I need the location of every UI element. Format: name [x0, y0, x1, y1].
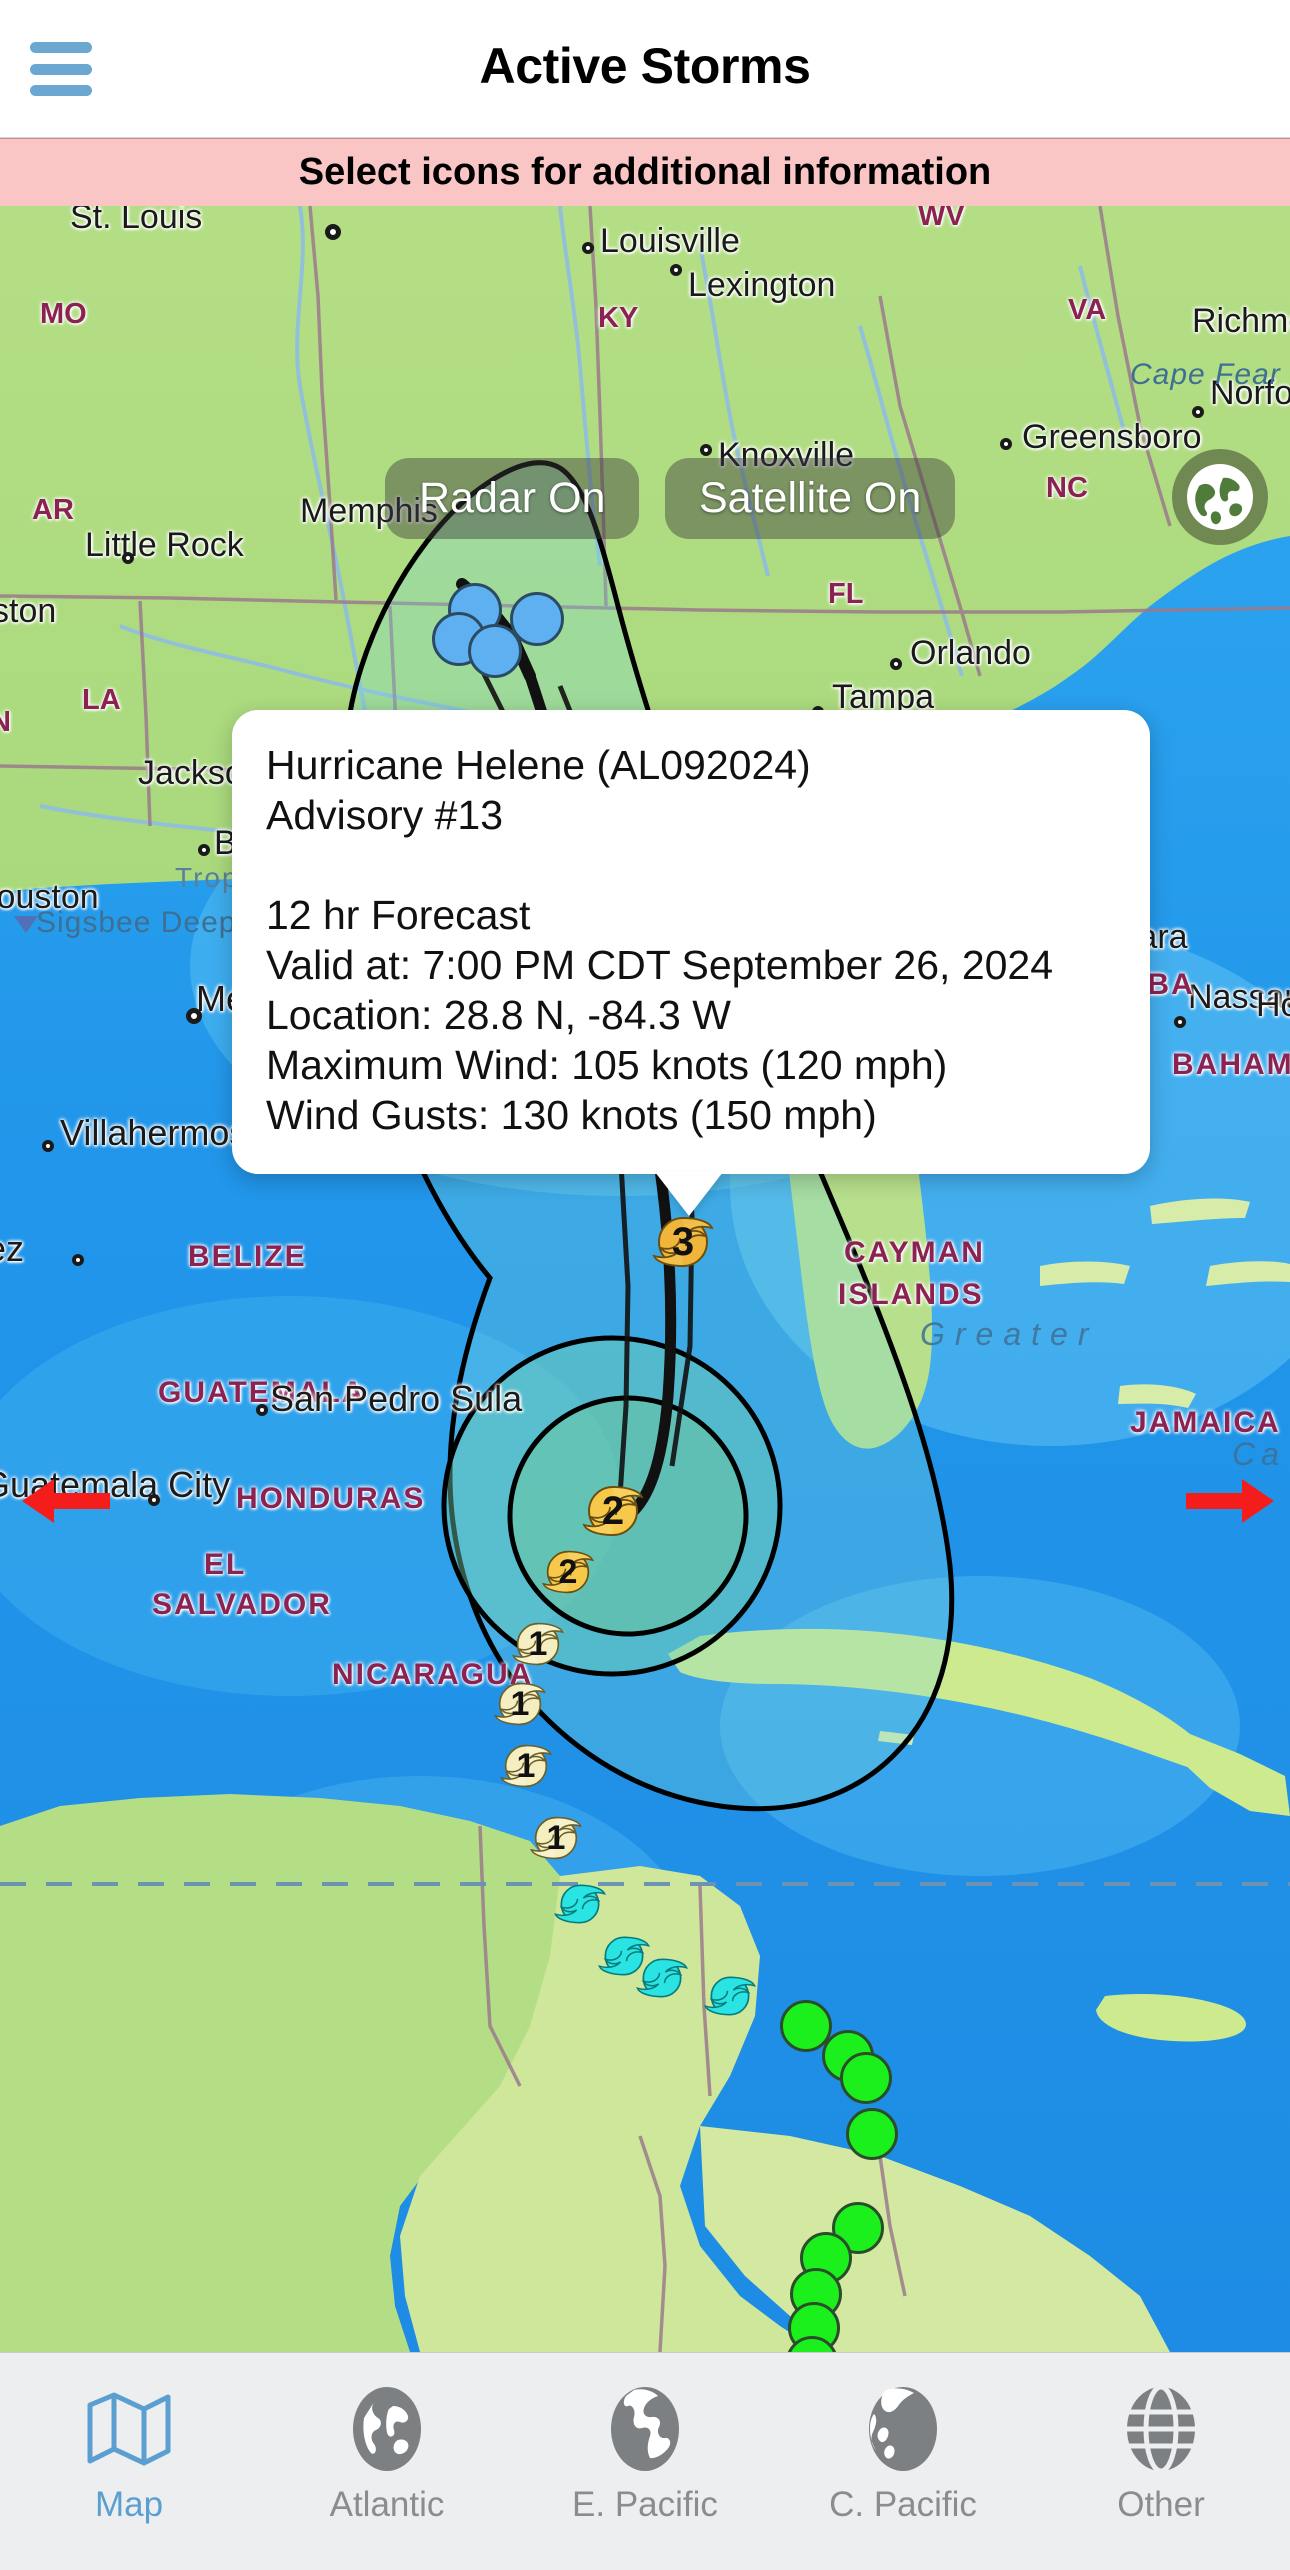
tab-c-pacific[interactable]: C. Pacific: [778, 2381, 1028, 2525]
storm-marker-tropical-storm[interactable]: [702, 1968, 758, 2024]
storm-marker-cat3[interactable]: 3: [650, 1209, 716, 1275]
app-screen: Active Storms Select icons for additiona…: [0, 0, 1290, 2570]
satellite-toggle-button[interactable]: Satellite On: [665, 458, 956, 539]
city-dot-san-pedro-sula: [256, 1404, 268, 1416]
bottom-tab-bar: Map Atlantic E. Pacific C. Pacific Other: [0, 2352, 1290, 2570]
right-scroll-arrow-icon[interactable]: [1182, 1471, 1278, 1531]
globe-central-pacific-icon: [864, 2381, 942, 2477]
tab-label: Map: [94, 2485, 164, 2524]
storm-marker-cat1[interactable]: 1: [498, 1738, 554, 1794]
tab-label: C. Pacific: [829, 2485, 977, 2524]
page-title: Active Storms: [479, 38, 811, 94]
tab-atlantic[interactable]: Atlantic: [262, 2381, 512, 2525]
city-dot-tuxtla: [72, 1254, 84, 1266]
storm-marker-cat1[interactable]: 1: [528, 1810, 584, 1866]
city-dot-merida: [186, 1008, 202, 1024]
city-dot-orlando: [890, 658, 902, 670]
sigsbee-deep-marker-icon: [14, 916, 38, 933]
city-dot-knoxville: [700, 444, 712, 456]
storm-marker-tropical-storm[interactable]: [634, 1950, 690, 2006]
globe-view-button[interactable]: [1172, 449, 1268, 545]
popup-maximum-wind: Maximum Wind: 105 knots (120 mph): [266, 1042, 948, 1088]
navigation-bar: Active Storms: [0, 0, 1290, 138]
city-dot-little-rock: [122, 552, 134, 564]
tab-label: Other: [1117, 2485, 1205, 2524]
storm-marker-tropical-depression[interactable]: [840, 2052, 892, 2104]
globe-icon: [1187, 464, 1253, 530]
map-canvas[interactable]: St. Louis Louisville Lexington Knoxville…: [0, 206, 1290, 2352]
city-dot-st-louis: [325, 224, 341, 240]
tab-e-pacific[interactable]: E. Pacific: [520, 2381, 770, 2525]
city-dot-guatemala-city: [148, 1494, 160, 1506]
info-banner: Select icons for additional information: [0, 138, 1290, 206]
storm-marker-cat1[interactable]: 1: [510, 1616, 566, 1672]
popup-valid-at: Valid at: 7:00 PM CDT September 26, 2024: [266, 942, 1054, 988]
storm-marker-cat2-current[interactable]: 2: [580, 1478, 646, 1544]
city-dot-louisville: [582, 242, 594, 254]
popup-wind-gusts: Wind Gusts: 130 knots (150 mph): [266, 1092, 877, 1138]
map-icon: [84, 2381, 174, 2477]
left-scroll-arrow-icon[interactable]: [18, 1471, 114, 1531]
globe-east-pacific-icon: [606, 2381, 684, 2477]
city-dot-lexington: [670, 264, 682, 276]
storm-info-popup[interactable]: Hurricane Helene (AL092024) Advisory #13…: [232, 710, 1150, 1174]
storm-marker-cat1[interactable]: 1: [492, 1676, 548, 1732]
radar-toggle-button[interactable]: Radar On: [385, 458, 640, 539]
city-dot-baton-rouge: [198, 844, 210, 856]
popup-location: Location: 28.8 N, -84.3 W: [266, 992, 731, 1038]
city-dot-nassau: [1174, 1016, 1186, 1028]
storm-marker-cat2[interactable]: 2: [540, 1544, 596, 1600]
city-dot-villahermosa: [42, 1140, 54, 1152]
globe-atlantic-icon: [348, 2381, 426, 2477]
tab-map[interactable]: Map: [4, 2381, 254, 2525]
popup-forecast-hours: 12 hr Forecast: [266, 892, 531, 938]
popup-spacer: [266, 840, 1116, 890]
tab-other[interactable]: Other: [1036, 2381, 1286, 2525]
storm-marker-tropical-storm[interactable]: [552, 1876, 608, 1932]
map-graphics: [0, 206, 1290, 2352]
past-track-point[interactable]: [510, 592, 564, 646]
info-banner-text: Select icons for additional information: [298, 151, 992, 193]
popup-pointer: [655, 1172, 723, 1216]
storm-marker-tropical-depression[interactable]: [846, 2108, 898, 2160]
city-dot-norfolk: [1192, 406, 1204, 418]
tab-label: E. Pacific: [572, 2485, 718, 2524]
globe-wireframe-icon: [1122, 2381, 1200, 2477]
city-dot-greensboro: [1000, 438, 1012, 450]
tab-label: Atlantic: [329, 2485, 445, 2524]
popup-storm-name: Hurricane Helene (AL092024): [266, 742, 811, 788]
popup-advisory-number: Advisory #13: [266, 792, 504, 838]
